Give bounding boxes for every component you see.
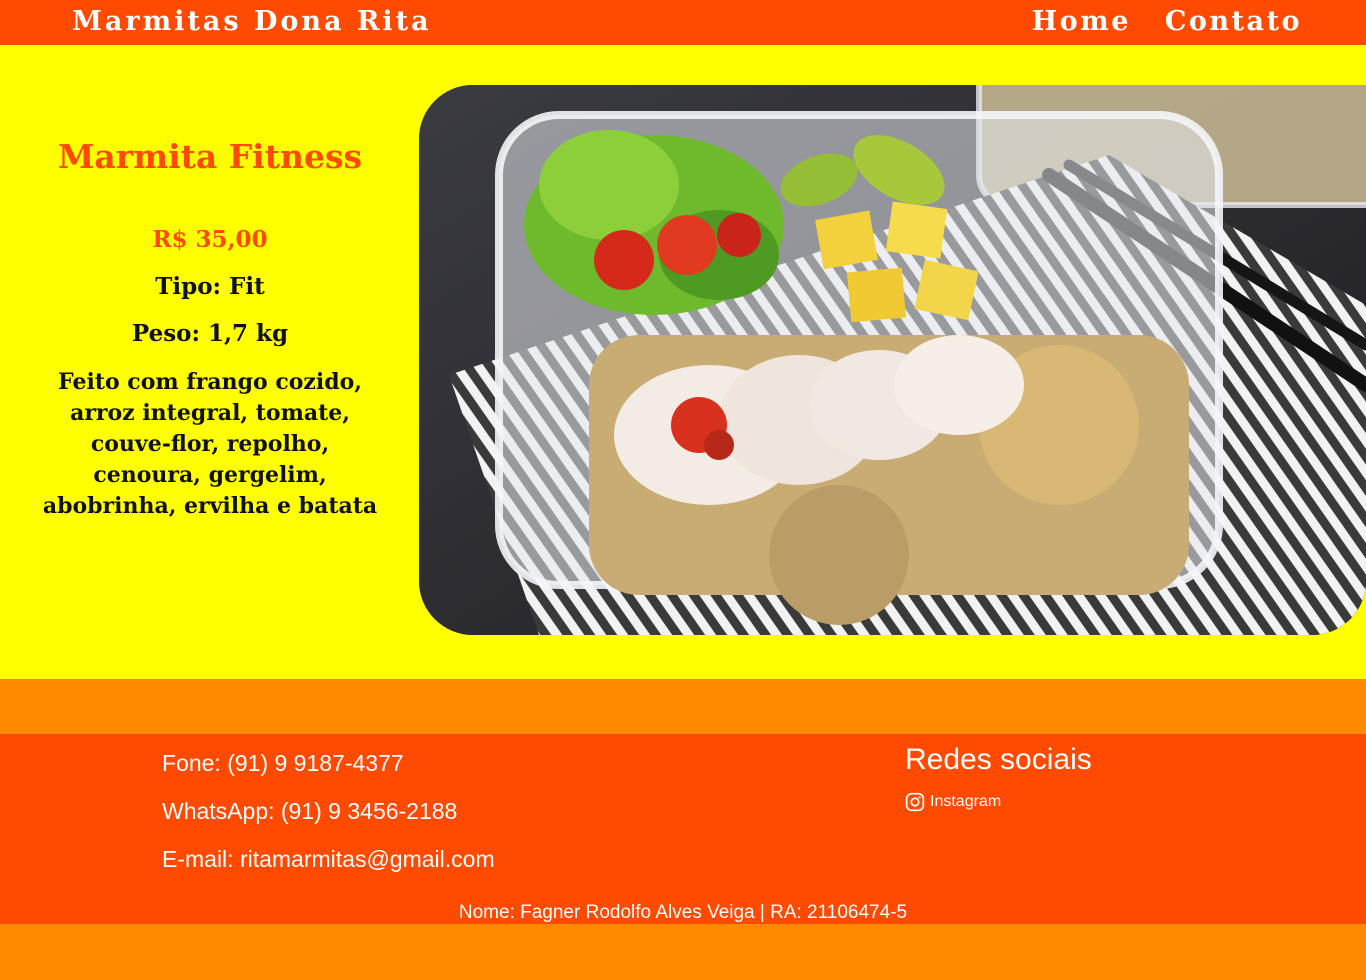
site-brand[interactable]: Marmitas Dona Rita [72, 6, 432, 37]
social-section: Redes sociais Instagram [905, 743, 1092, 812]
contact-phone: Fone: (91) 9 9187-4377 [162, 750, 404, 776]
main-nav: Home Contato [1032, 6, 1302, 37]
divider-strip [0, 679, 1366, 734]
product-weight: Peso: 1,7 kg [131, 320, 289, 347]
product-description: Feito com frango cozido, arroz integral,… [42, 369, 378, 519]
social-title: Redes sociais [905, 743, 1092, 776]
product-price: R$ 35,00 [152, 226, 268, 253]
product-type: Tipo: Fit [155, 273, 265, 300]
contact-email: E-mail: ritamarmitas@gmail.com [162, 846, 495, 872]
product-info: Marmita Fitness R$ 35,00 Tipo: Fit Peso:… [38, 137, 382, 522]
nav-home-link[interactable]: Home [1032, 6, 1131, 37]
instagram-label: Instagram [930, 793, 1002, 810]
instagram-icon [905, 792, 925, 812]
contact-info: Fone: (91) 9 9187-4377 WhatsApp: (91) 9 … [162, 751, 495, 895]
product-title: Marmita Fitness [57, 137, 363, 176]
product-section: Marmita Fitness R$ 35,00 Tipo: Fit Peso:… [0, 45, 1366, 679]
top-navbar: Marmitas Dona Rita Home Contato [0, 0, 1366, 45]
nav-contato-link[interactable]: Contato [1165, 6, 1302, 37]
instagram-link[interactable]: Instagram [905, 792, 1092, 812]
contact-whatsapp: WhatsApp: (91) 9 3456-2188 [162, 798, 458, 824]
footer: Fone: (91) 9 9187-4377 WhatsApp: (91) 9 … [0, 734, 1366, 924]
food-illustration [419, 85, 1366, 635]
page-bottom [0, 924, 1366, 980]
author-credit: Nome: Fagner Rodolfo Alves Veiga | RA: 2… [458, 902, 908, 923]
product-photo [419, 85, 1366, 635]
